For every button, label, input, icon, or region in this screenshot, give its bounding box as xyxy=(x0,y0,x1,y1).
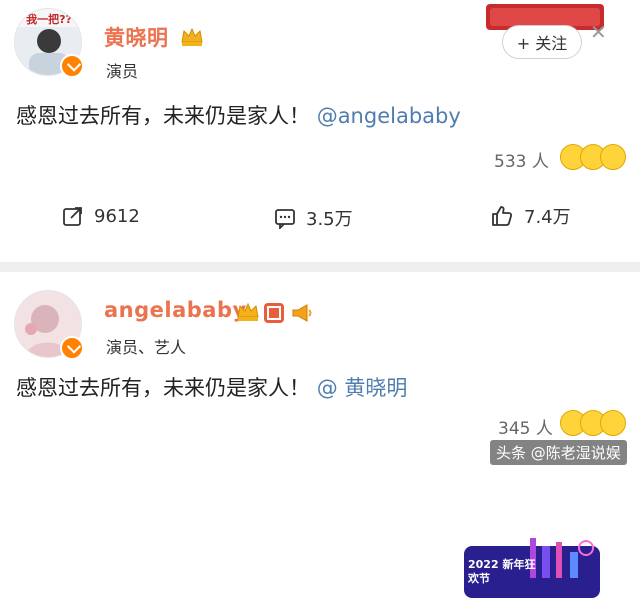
avatar-banner-text: 我一把?? xyxy=(26,13,72,26)
repost-count: 9612 xyxy=(94,205,140,227)
smirk-emoji-icon xyxy=(600,410,626,436)
user-name[interactable]: 黄晓明 xyxy=(104,22,169,52)
like-count: 7.4万 xyxy=(524,207,571,228)
event-badge-text: 2022 新年狂欢节 xyxy=(468,558,536,585)
user-name[interactable]: angelababy xyxy=(104,298,247,322)
post-text: 感恩过去所有，未来仍是家人！ xyxy=(16,376,310,400)
comment-count: 3.5万 xyxy=(306,209,353,230)
crown-icon xyxy=(236,301,260,327)
crown-icon xyxy=(180,26,204,46)
weibo-post-1: 我一把?? 黄晓明 演员 + 关注 ✕ 感恩过去所有，未来仍是家人！ @ange… xyxy=(0,0,640,262)
avatar-wrap[interactable]: 我一把?? xyxy=(14,8,84,78)
reaction-count[interactable]: 533 人 xyxy=(494,147,549,172)
post-content: 感恩过去所有，未来仍是家人！ @angelababy xyxy=(16,100,461,130)
close-icon[interactable]: ✕ xyxy=(590,20,607,44)
thumbs-up-icon xyxy=(492,206,513,226)
reaction-count[interactable]: 345 人 xyxy=(498,414,553,439)
follow-button[interactable]: + 关注 xyxy=(502,25,582,59)
user-role: 演员 xyxy=(106,62,139,81)
mention-link[interactable]: @angelababy xyxy=(317,104,461,128)
comment-button[interactable]: 3.5万 xyxy=(274,205,353,231)
mention-link[interactable]: @ 黄晓明 xyxy=(317,376,408,400)
post-content: 感恩过去所有，未来仍是家人！ @ 黄晓明 xyxy=(16,372,407,402)
member-badge-icon xyxy=(263,302,285,328)
post-text: 感恩过去所有，未来仍是家人！ xyxy=(16,104,310,128)
megaphone-icon xyxy=(290,302,314,328)
smirk-emoji-icon xyxy=(600,144,626,170)
avatar-wrap[interactable] xyxy=(14,290,84,360)
repost-button[interactable]: 9612 xyxy=(62,205,140,227)
watermark: 头条 @陈老湿说娱 xyxy=(490,440,627,465)
repost-icon xyxy=(63,207,82,226)
user-role: 演员、艺人 xyxy=(106,338,187,357)
verified-icon xyxy=(60,336,84,360)
verified-icon xyxy=(60,54,84,78)
comment-icon xyxy=(275,209,295,229)
event-badge: 2022 新年狂欢节 xyxy=(460,534,604,602)
post-divider xyxy=(0,262,640,272)
like-button[interactable]: 7.4万 xyxy=(490,203,571,229)
